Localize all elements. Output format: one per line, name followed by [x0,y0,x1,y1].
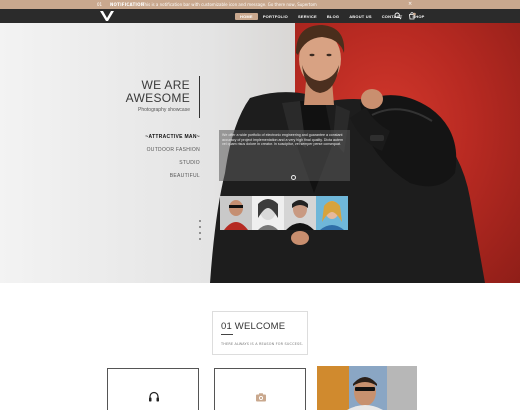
gallery-thumb-1[interactable] [220,196,252,230]
category-outdoor-fashion[interactable]: OUTDOOR FASHION [145,144,200,157]
welcome-underline [221,334,233,335]
nav-item-about-us[interactable]: ABOUT US [344,13,377,20]
welcome-box: 01 WELCOME THERE ALWAYS IS A REASON FOR … [212,311,308,355]
feature-card-photo[interactable] [214,368,306,410]
logo[interactable] [100,11,114,21]
close-icon[interactable]: × [408,0,412,9]
notification-bar: 01 NOTIFICATION This is a notification b… [0,0,520,9]
slider-pager[interactable] [199,220,201,246]
nav-item-service[interactable]: SERVICE [293,13,322,20]
hero-headline: WE ARE AWESOME [126,79,190,105]
gallery-thumb-4[interactable] [316,196,348,230]
category-list: ~ATTRACTIVE MAN~ OUTDOOR FASHION STUDIO … [145,131,200,183]
category-studio[interactable]: STUDIO [145,157,200,170]
gallery-thumbnails [220,196,348,230]
category-attractive-man[interactable]: ~ATTRACTIVE MAN~ [145,131,200,144]
description-text: We offer a wide portfolio of electronic … [222,133,343,147]
category-beautiful[interactable]: BEAUTIFUL [145,170,200,183]
hero-subline: Photography showcase [138,107,190,113]
portfolio-photo[interactable] [317,366,417,410]
notification-tag: NOTIFICATION [110,2,145,7]
plus-icon[interactable] [291,175,296,180]
headline-line-2: AWESOME [125,91,190,105]
cart-icon[interactable] [408,12,416,20]
welcome-subtitle: THERE ALWAYS IS A REASON FOR SUCCESS. [221,342,303,346]
gallery-thumb-2[interactable] [252,196,284,230]
notification-number: 01 [97,2,103,7]
search-icon[interactable] [394,12,402,20]
nav-item-contact[interactable]: CONTACT [377,13,408,20]
gallery-thumb-3[interactable] [284,196,316,230]
nav-item-portfolio[interactable]: PORTFOLIO [258,13,293,20]
headline-divider [199,76,200,118]
notification-message[interactable]: This is a notification bar with customiz… [142,0,317,9]
nav-item-blog[interactable]: BLOG [322,13,344,20]
nav-item-home[interactable]: HOME [235,12,258,20]
headphones-icon [149,391,159,402]
camera-icon [256,393,266,402]
top-navbar: HOME PORTFOLIO SERVICE BLOG ABOUT US CON… [0,9,520,23]
feature-card-audio[interactable] [107,368,199,410]
welcome-title: 01 WELCOME [221,321,286,332]
hero-slider: WE ARE AWESOME Photography showcase ~ATT… [0,23,520,283]
